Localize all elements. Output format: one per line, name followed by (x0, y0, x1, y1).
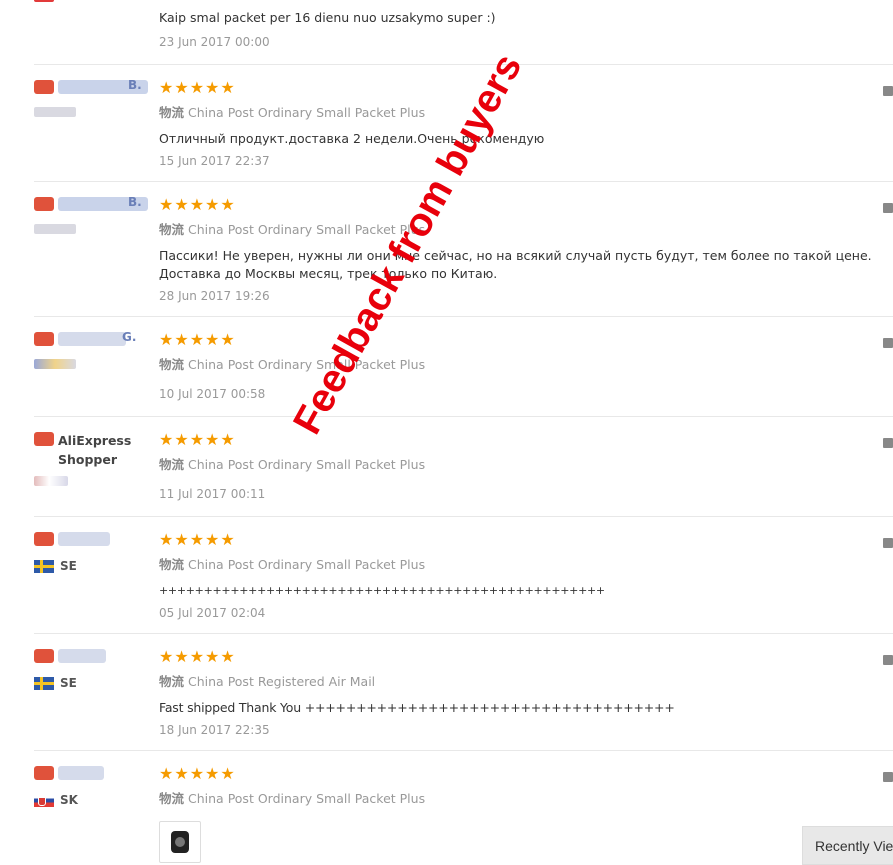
reviewer-country: SK (34, 793, 78, 807)
country-flag-icon (34, 107, 76, 117)
avatar (34, 197, 54, 211)
sweden-flag-icon (34, 559, 54, 573)
shipping-method: 物流 China Post Ordinary Small Packet Plus (159, 457, 426, 472)
shipping-method: 物流 China Post Registered Air Mail (159, 674, 376, 689)
review-text: Kaip smal packet per 16 dienu nuo uzsaky… (159, 10, 496, 25)
reviewer-country: SE (34, 676, 77, 690)
review-text: Пассики! Не уверен, нужны ли они мне сей… (159, 248, 872, 281)
review-date: 11 Jul 2017 00:11 (159, 487, 266, 501)
shipping-method: 物流 China Post Ordinary Small Packet Plus (159, 105, 426, 120)
feedback-list: Kaip smal packet per 16 dienu nuo uzsaky… (0, 0, 893, 865)
rating-stars: ★★★★★ (159, 195, 236, 214)
avatar (34, 649, 54, 663)
review-date: 23 Jun 2017 00:00 (159, 35, 270, 49)
rating-stars: ★★★★★ (159, 764, 236, 783)
rating-stars: ★★★★★ (159, 530, 236, 549)
reviewer-name: AliExpress Shopper (58, 433, 132, 467)
country-flag-icon (34, 476, 68, 486)
reviewer-name (58, 332, 126, 346)
review-text: Отличный продукт.доставка 2 недели.Очень… (159, 131, 545, 146)
rating-stars: ★★★★★ (159, 330, 236, 349)
avatar (34, 766, 54, 780)
review-text: Fast shipped Thank You +++++++++++++++++… (159, 700, 675, 715)
review-date: 05 Jul 2017 02:04 (159, 606, 266, 620)
reviewer-country: SE (34, 559, 77, 573)
reviewer-country (34, 224, 76, 234)
helpful-icon[interactable] (883, 655, 893, 665)
country-flag-icon (34, 359, 76, 369)
shipping-method: 物流 China Post Ordinary Small Packet Plus (159, 557, 426, 572)
review-photo-thumbnail[interactable] (159, 821, 201, 863)
reviewer-name-tail: G. (122, 330, 137, 344)
sweden-flag-icon (34, 676, 54, 690)
rating-stars: ★★★★★ (159, 78, 236, 97)
reviewer-name (58, 766, 104, 780)
avatar (34, 532, 54, 546)
helpful-icon[interactable] (883, 438, 893, 448)
reviewer-name (58, 532, 110, 546)
slovakia-flag-icon (34, 793, 54, 807)
shipping-method: 物流 China Post Ordinary Small Packet Plus (159, 222, 426, 237)
helpful-icon[interactable] (883, 86, 893, 96)
reviewer-country (34, 359, 76, 369)
rating-stars: ★★★★★ (159, 430, 236, 449)
review-item: SE ★★★★★ 物流 China Post Ordinary Small Pac… (34, 516, 893, 634)
reviewer-name-tail: B. (128, 195, 142, 209)
helpful-icon[interactable] (883, 538, 893, 548)
reviewer-country (34, 476, 68, 486)
shipping-method: 物流 China Post Ordinary Small Packet Plus (159, 357, 426, 372)
helpful-icon[interactable] (883, 338, 893, 348)
country-flag-icon (34, 224, 76, 234)
rating-stars: ★★★★★ (159, 647, 236, 666)
reviewer-name-tail: B. (128, 78, 142, 92)
helpful-icon[interactable] (883, 203, 893, 213)
recently-viewed-button[interactable]: Recently Viewed (802, 826, 893, 865)
shipping-method: 物流 China Post Ordinary Small Packet Plus (159, 791, 426, 806)
review-item: B. ★★★★★ 物流 China Post Ordinary Small Pac… (34, 64, 893, 182)
review-date: 10 Jul 2017 00:58 (159, 387, 266, 401)
reviewer-name (58, 649, 106, 663)
review-item: G. ★★★★★ 物流 China Post Ordinary Small Pac… (34, 316, 893, 417)
review-item: SK ★★★★★ 物流 China Post Ordinary Small Pac… (34, 750, 893, 865)
review-item: AliExpress Shopper ★★★★★ 物流 China Post Or… (34, 416, 893, 517)
reviewer-country (34, 107, 76, 117)
review-item: B. ★★★★★ 物流 China Post Ordinary Small Pac… (34, 181, 893, 317)
review-item: SE ★★★★★ 物流 China Post Registered Air Mai… (34, 633, 893, 751)
avatar (34, 432, 54, 446)
camera-lens-image (171, 831, 189, 853)
avatar (34, 332, 54, 346)
avatar (34, 80, 54, 94)
review-text: ++++++++++++++++++++++++++++++++++++++++… (159, 584, 605, 597)
helpful-icon[interactable] (883, 772, 893, 782)
review-date: 18 Jun 2017 22:35 (159, 723, 270, 737)
review-date: 28 Jun 2017 19:26 (159, 289, 270, 303)
review-item: Kaip smal packet per 16 dienu nuo uzsaky… (34, 0, 893, 65)
review-date: 15 Jun 2017 22:37 (159, 154, 270, 168)
